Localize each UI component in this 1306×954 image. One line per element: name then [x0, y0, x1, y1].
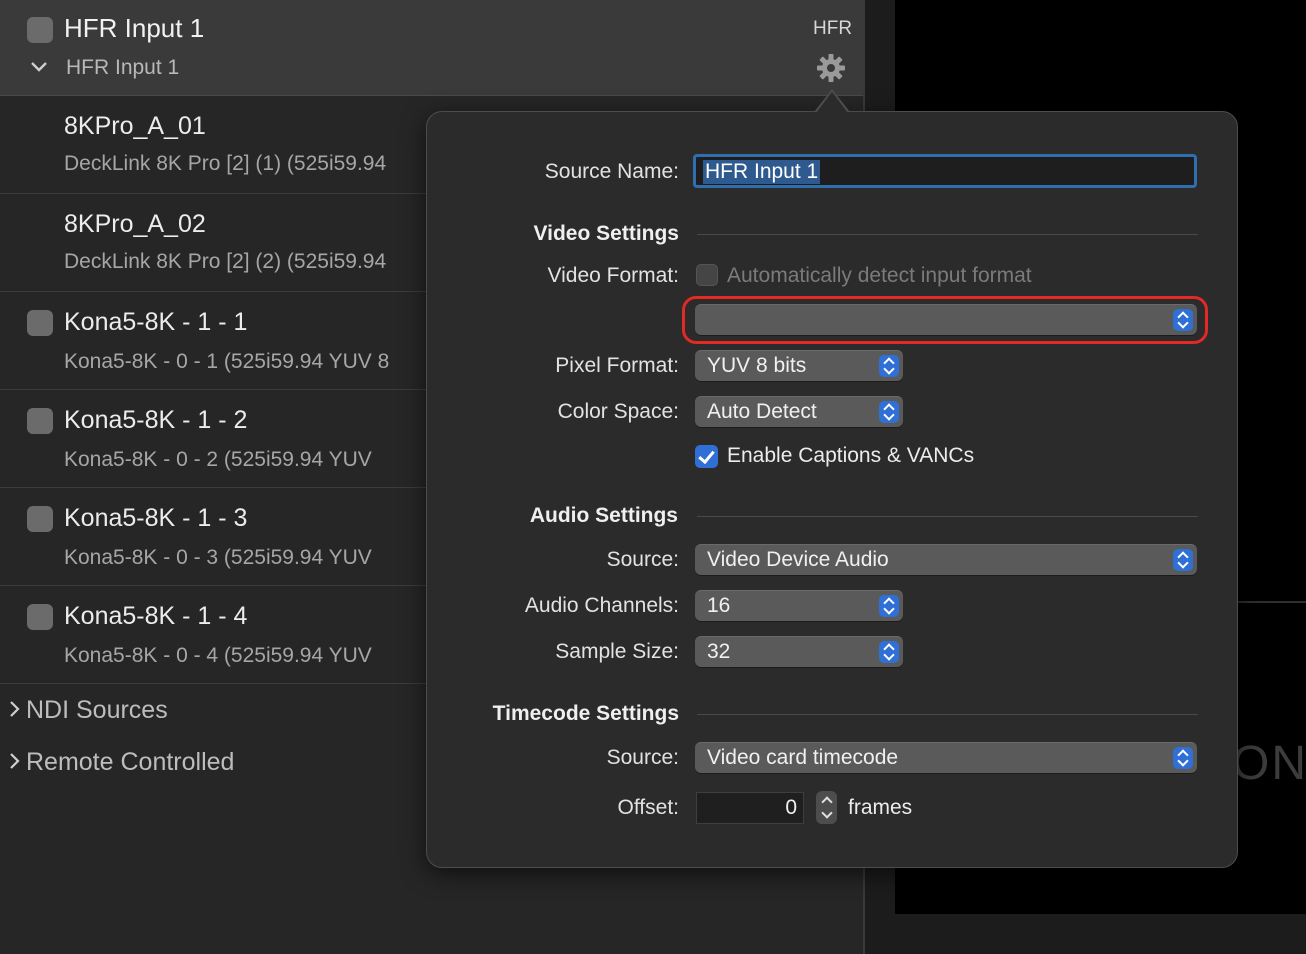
pixel-format-select[interactable]: YUV 8 bits	[695, 350, 903, 381]
video-settings-heading: Video Settings	[533, 222, 679, 245]
offset-unit-label: frames	[848, 796, 913, 819]
stepper-down-icon[interactable]	[821, 807, 833, 819]
section-divider	[697, 234, 1198, 235]
section-remote-controlled[interactable]: Remote Controlled	[8, 748, 234, 777]
group-title: HFR Input 1	[64, 13, 205, 43]
source-name-value: HFR Input 1	[703, 160, 821, 184]
source-subtitle: Kona5-8K - 0 - 3 (525i59.94 YUV	[64, 546, 372, 569]
source-title: 8KPro_A_02	[64, 210, 206, 238]
section-label: Remote Controlled	[26, 748, 235, 776]
updown-arrows-icon	[1173, 549, 1193, 571]
audio-channels-value: 16	[707, 594, 731, 617]
stepper-up-icon[interactable]	[821, 796, 833, 808]
offset-stepper[interactable]	[816, 791, 837, 824]
group-checkbox[interactable]	[27, 17, 53, 43]
updown-arrows-icon	[879, 595, 899, 617]
updown-arrows-icon	[1173, 747, 1193, 769]
source-subtitle: Kona5-8K - 0 - 4 (525i59.94 YUV	[64, 644, 372, 667]
timecode-settings-heading: Timecode Settings	[492, 702, 679, 725]
source-name-label: Source Name:	[544, 160, 679, 183]
source-group-header[interactable]: HFR Input 1 HFR Input 1 HFR	[0, 0, 863, 96]
updown-arrows-icon	[879, 401, 899, 423]
source-subtitle: DeckLink 8K Pro [2] (1) (525i59.94	[64, 152, 387, 175]
offset-input[interactable]: 0	[696, 792, 804, 824]
auto-detect-label: Automatically detect input format	[727, 264, 1032, 287]
chevron-right-icon	[8, 698, 22, 724]
video-format-label: Video Format:	[547, 264, 679, 287]
source-subtitle: Kona5-8K - 0 - 1 (525i59.94 YUV 8	[64, 350, 390, 373]
chevron-right-icon	[8, 750, 22, 776]
sample-size-label: Sample Size:	[555, 640, 679, 663]
offset-label: Offset:	[617, 796, 679, 819]
sample-size-select[interactable]: 32	[695, 636, 903, 667]
source-checkbox[interactable]	[27, 506, 53, 532]
source-title: Kona5-8K - 1 - 4	[64, 602, 248, 630]
timecode-source-select[interactable]: Video card timecode	[695, 742, 1197, 773]
captions-label: Enable Captions & VANCs	[727, 444, 975, 467]
sample-size-value: 32	[707, 640, 731, 663]
gear-icon[interactable]	[815, 52, 847, 84]
source-title: 8KPro_A_01	[64, 112, 206, 140]
captions-checkbox[interactable]	[695, 445, 718, 468]
source-name-field[interactable]: HFR Input 1	[693, 154, 1197, 188]
group-subtitle: HFR Input 1	[66, 56, 180, 79]
highlight-ring	[682, 296, 1208, 344]
audio-source-label: Source:	[606, 548, 679, 571]
color-space-label: Color Space:	[557, 400, 679, 423]
chevron-down-icon[interactable]	[30, 58, 48, 79]
source-checkbox[interactable]	[27, 408, 53, 434]
source-checkbox[interactable]	[27, 604, 53, 630]
section-label: NDI Sources	[26, 696, 168, 724]
updown-arrows-icon	[879, 355, 899, 377]
source-title: Kona5-8K - 1 - 3	[64, 504, 248, 532]
preview-divider	[1238, 601, 1306, 603]
updown-arrows-icon	[879, 641, 899, 663]
audio-channels-label: Audio Channels:	[524, 594, 679, 617]
source-title: Kona5-8K - 1 - 2	[64, 406, 248, 434]
pixel-format-label: Pixel Format:	[555, 354, 679, 377]
hfr-badge: HFR	[813, 18, 853, 39]
color-space-value: Auto Detect	[707, 400, 817, 423]
source-subtitle: Kona5-8K - 0 - 2 (525i59.94 YUV	[64, 448, 372, 471]
source-checkbox[interactable]	[27, 310, 53, 336]
timecode-source-value: Video card timecode	[707, 746, 899, 769]
audio-source-select[interactable]: Video Device Audio	[695, 544, 1197, 575]
timecode-source-label: Source:	[606, 746, 679, 769]
popover-arrow-fill	[816, 92, 848, 113]
color-space-select[interactable]: Auto Detect	[695, 396, 903, 427]
source-subtitle: DeckLink 8K Pro [2] (2) (525i59.94	[64, 250, 387, 273]
section-divider	[697, 714, 1198, 715]
source-title: Kona5-8K - 1 - 1	[64, 308, 248, 336]
audio-source-value: Video Device Audio	[707, 548, 889, 571]
pixel-format-value: YUV 8 bits	[707, 354, 807, 377]
offset-value: 0	[785, 796, 797, 819]
audio-settings-heading: Audio Settings	[529, 504, 678, 527]
section-ndi-sources[interactable]: NDI Sources	[8, 696, 168, 725]
audio-channels-select[interactable]: 16	[695, 590, 903, 621]
section-divider	[697, 516, 1198, 517]
auto-detect-checkbox[interactable]	[696, 264, 718, 286]
preview-logo: ON	[1232, 737, 1306, 790]
